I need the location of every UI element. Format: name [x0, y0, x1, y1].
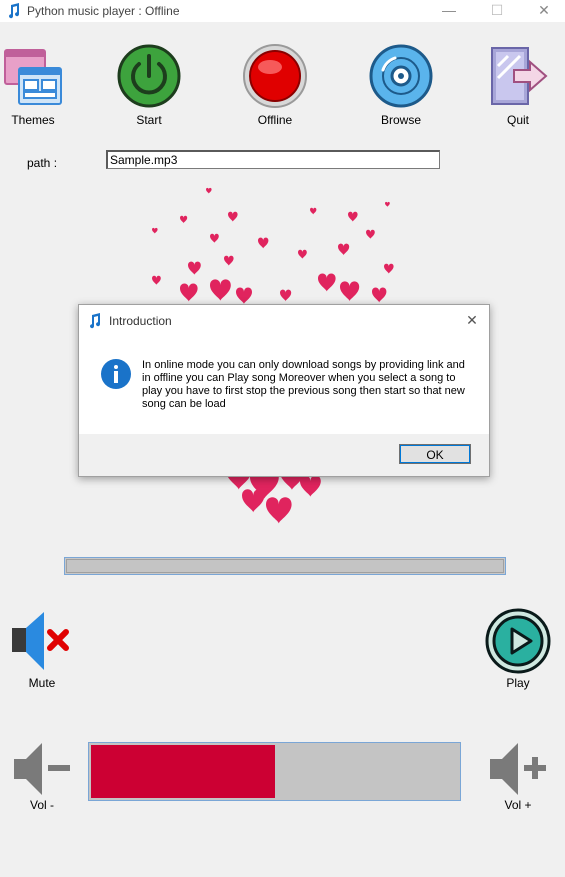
minimize-button[interactable]: — [426, 0, 472, 22]
quit-label: Quit [506, 113, 529, 127]
dialog-close-button[interactable]: ✕ [461, 310, 483, 330]
play-label: Play [506, 676, 530, 690]
quit-button[interactable]: Quit [478, 44, 558, 134]
red-record-icon [243, 44, 307, 108]
dialog-footer: OK [79, 434, 489, 476]
music-note-icon [90, 313, 101, 329]
start-button[interactable]: Start [109, 44, 189, 134]
volume-up-label: Vol + [504, 798, 532, 812]
ok-button[interactable]: OK [399, 444, 471, 464]
mute-label: Mute [28, 676, 56, 690]
title-bar: Python music player : Offline — ☐ ✕ [0, 0, 565, 22]
exit-door-icon [491, 47, 548, 105]
browse-button[interactable]: Browse [361, 44, 441, 134]
disc-icon [369, 44, 433, 108]
themes-button[interactable]: Themes [0, 44, 73, 134]
path-label: path : [27, 156, 58, 170]
start-label: Start [136, 113, 162, 127]
themes-label: Themes [11, 113, 55, 127]
browse-label: Browse [380, 113, 421, 127]
maximize-button[interactable]: ☐ [474, 0, 520, 22]
song-progress-bar[interactable] [64, 557, 506, 575]
offline-label: Offline [257, 113, 293, 127]
volume-up-icon [490, 743, 546, 795]
power-icon [117, 44, 181, 108]
volume-down-icon [14, 743, 70, 795]
themes-icon [4, 49, 62, 105]
introduction-dialog: Introduction ✕ In online mode you can on… [78, 304, 490, 477]
speaker-mute-icon [12, 612, 69, 670]
dialog-title-bar: Introduction ✕ [79, 305, 489, 335]
volume-slider[interactable] [88, 742, 461, 801]
window-title: Python music player : Offline [27, 4, 180, 18]
dialog-message: In online mode you can only download son… [142, 359, 465, 410]
volume-level-fill [91, 745, 275, 798]
close-button[interactable]: ✕ [521, 0, 565, 22]
progress-track [66, 559, 504, 573]
offline-button[interactable]: Offline [235, 44, 315, 134]
path-input[interactable] [106, 150, 440, 169]
play-icon [485, 608, 551, 674]
volume-down-label: Vol - [29, 798, 54, 812]
info-icon [101, 359, 131, 389]
music-note-icon [9, 3, 20, 19]
dialog-title: Introduction [109, 314, 172, 328]
